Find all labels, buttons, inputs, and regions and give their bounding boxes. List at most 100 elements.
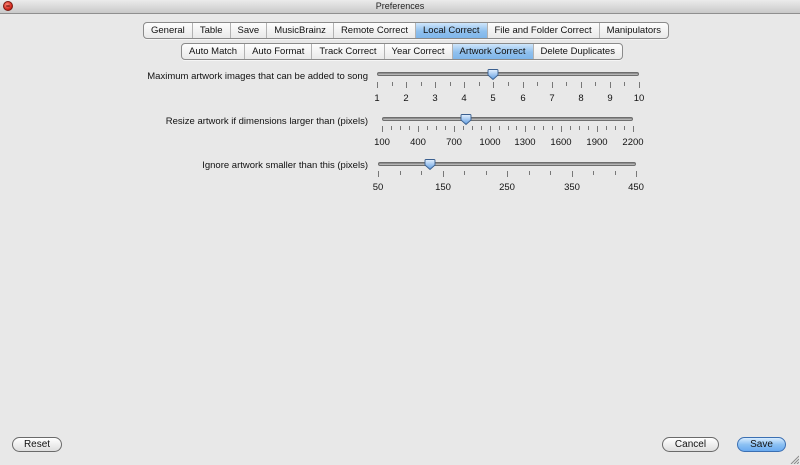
- subtab-year-correct[interactable]: Year Correct: [385, 44, 453, 59]
- slider-major-tick: [418, 126, 419, 132]
- save-button[interactable]: Save: [737, 437, 786, 452]
- slider-minor-tick: [516, 126, 517, 130]
- slider-tick-label: 6: [520, 93, 526, 104]
- slider-tick-label: 2: [403, 93, 409, 104]
- slider-minor-tick: [421, 171, 422, 175]
- resize-grip-icon[interactable]: [789, 454, 799, 464]
- tab-remote-correct[interactable]: Remote Correct: [334, 23, 416, 38]
- slider-major-tick: [610, 82, 611, 88]
- slider-major-tick: [552, 82, 553, 88]
- tab-save[interactable]: Save: [231, 23, 268, 38]
- slider-major-tick: [572, 171, 573, 177]
- slider-tick-label: 10: [633, 93, 645, 104]
- slider-tick-label: 1600: [550, 137, 572, 148]
- slider-tick-label: 8: [578, 93, 584, 104]
- cancel-button[interactable]: Cancel: [662, 437, 719, 452]
- slider-minor-tick: [481, 126, 482, 130]
- slider-minor-tick: [499, 126, 500, 130]
- slider-major-tick: [597, 126, 598, 132]
- slider-tick-label: 1300: [514, 137, 536, 148]
- title-bar: Preferences: [0, 0, 800, 14]
- reset-button[interactable]: Reset: [12, 437, 62, 452]
- slider-minor-tick: [552, 126, 553, 130]
- slider-major-tick: [561, 126, 562, 132]
- slider-major-tick: [493, 82, 494, 88]
- slider-tick-label: 4: [461, 93, 467, 104]
- subtab-artwork-correct[interactable]: Artwork Correct: [452, 44, 534, 59]
- slider-major-tick: [406, 82, 407, 88]
- slider-minor-tick: [529, 171, 530, 175]
- slider-tick-label: 1900: [586, 137, 608, 148]
- local-correct-subtab-bar: Auto Match Auto Format Track Correct Year C…: [181, 43, 623, 60]
- slider-tick-label: 400: [410, 137, 426, 148]
- slider-minor-tick: [463, 126, 464, 130]
- slider-major-tick: [382, 126, 383, 132]
- slider-major-tick: [525, 126, 526, 132]
- slider-major-tick: [507, 171, 508, 177]
- slider-minor-tick: [436, 126, 437, 130]
- slider-minor-tick: [624, 82, 625, 86]
- slider-minor-tick: [427, 126, 428, 130]
- slider-thumb[interactable]: [460, 114, 472, 126]
- slider-tick-label: 100: [374, 137, 390, 148]
- subtab-track-correct[interactable]: Track Correct: [312, 44, 385, 59]
- slider-major-tick: [490, 126, 491, 132]
- slider-track[interactable]: [382, 117, 633, 121]
- slider-tick-label: 250: [499, 182, 515, 193]
- slider-major-tick: [636, 171, 637, 177]
- slider-thumb[interactable]: [487, 69, 499, 81]
- resize-artwork-label: Resize artwork if dimensions larger than…: [165, 116, 368, 127]
- slider-minor-tick: [543, 126, 544, 130]
- slider-tick-label: 1000: [479, 137, 501, 148]
- slider-major-tick: [581, 82, 582, 88]
- slider-minor-tick: [550, 171, 551, 175]
- slider-minor-tick: [588, 126, 589, 130]
- slider-minor-tick: [595, 82, 596, 86]
- slider-minor-tick: [615, 171, 616, 175]
- slider-minor-tick: [409, 126, 410, 130]
- slider-tick-label: 150: [435, 182, 451, 193]
- slider-tick-label: 5: [490, 93, 496, 104]
- slider-minor-tick: [566, 82, 567, 86]
- slider-minor-tick: [450, 82, 451, 86]
- slider-minor-tick: [593, 171, 594, 175]
- tab-general[interactable]: General: [144, 23, 193, 38]
- ignore-artwork-label: Ignore artwork smaller than this (pixels…: [202, 160, 368, 171]
- slider-minor-tick: [400, 171, 401, 175]
- slider-minor-tick: [615, 126, 616, 130]
- slider-major-tick: [523, 82, 524, 88]
- slider-minor-tick: [508, 82, 509, 86]
- slider-minor-tick: [464, 171, 465, 175]
- window-title: Preferences: [375, 1, 425, 11]
- tab-local-correct[interactable]: Local Correct: [416, 23, 488, 38]
- slider-major-tick: [377, 82, 378, 88]
- slider-minor-tick: [534, 126, 535, 130]
- slider-tick-label: 3: [432, 93, 438, 104]
- slider-major-tick: [454, 126, 455, 132]
- slider-minor-tick: [537, 82, 538, 86]
- slider-major-tick: [639, 82, 640, 88]
- slider-minor-tick: [570, 126, 571, 130]
- max-artwork-label: Maximum artwork images that can be added…: [147, 71, 368, 82]
- slider-tick-label: 7: [549, 93, 555, 104]
- tab-table[interactable]: Table: [193, 23, 231, 38]
- close-window-icon[interactable]: [3, 1, 13, 11]
- tab-file-and-folder-correct[interactable]: File and Folder Correct: [488, 23, 600, 38]
- slider-major-tick: [378, 171, 379, 177]
- slider-thumb[interactable]: [424, 159, 436, 171]
- subtab-auto-format[interactable]: Auto Format: [245, 44, 313, 59]
- slider-minor-tick: [486, 171, 487, 175]
- slider-minor-tick: [400, 126, 401, 130]
- slider-track[interactable]: [378, 162, 636, 166]
- slider-minor-tick: [392, 82, 393, 86]
- slider-minor-tick: [624, 126, 625, 130]
- tab-musicbrainz[interactable]: MusicBrainz: [267, 23, 334, 38]
- tab-manipulators[interactable]: Manipulators: [600, 23, 668, 38]
- slider-tick-label: 700: [446, 137, 462, 148]
- slider-major-tick: [435, 82, 436, 88]
- subtab-delete-duplicates[interactable]: Delete Duplicates: [534, 44, 622, 59]
- slider-track[interactable]: [377, 72, 639, 76]
- subtab-auto-match[interactable]: Auto Match: [182, 44, 246, 59]
- slider-tick-label: 9: [607, 93, 613, 104]
- slider-minor-tick: [508, 126, 509, 130]
